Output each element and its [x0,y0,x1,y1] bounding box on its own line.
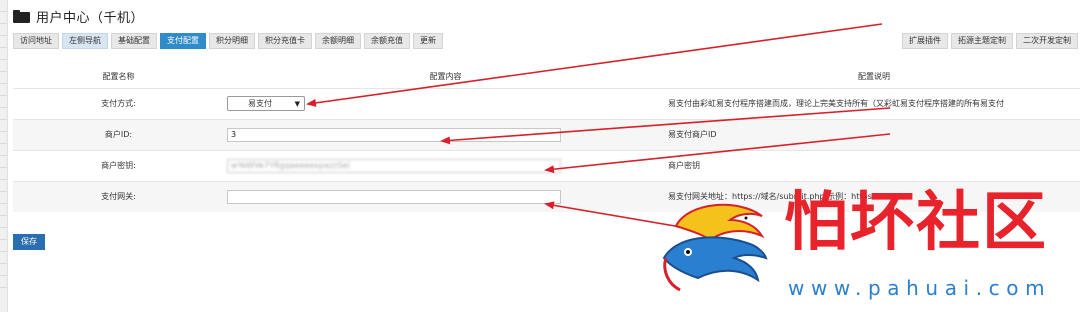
tab-basic-config[interactable]: 基础配置 [111,33,157,49]
watermark-url: www.pahuai.com [788,276,1052,300]
table-row: 商户ID: 3 易支付商户ID [13,118,1080,150]
fish-logo-icon [662,203,768,292]
tab-update[interactable]: 更新 [413,33,443,49]
payment-method-value: 易支付 [248,99,272,108]
folder-icon [13,9,30,23]
tab-balance-detail[interactable]: 余额明细 [315,33,361,49]
tab-visit-url[interactable]: 访问地址 [13,33,59,49]
row-label: 商户密钥: [13,149,224,181]
table-row: 商户密钥: wYeWVe7YRgqaeeeexpazzSe( 商户密钥 [13,149,1080,181]
page-header: 用户中心（千机） [13,6,144,26]
row-label: 支付网关: [13,180,224,212]
payment-gateway-field[interactable] [227,189,561,204]
column-header-note: 配置说明 [664,66,1080,88]
tab-balance-recharge[interactable]: 余额充值 [364,33,410,49]
left-rail [0,0,8,312]
tab-bar: 访问地址 左侧导航 基础配置 支付配置 积分明细 积分充值卡 余额明细 余额充值… [13,33,443,49]
table-row: 支付方式: 易支付 ▼ 易支付由彩虹易支付程序搭建而成，理论上完美支持所有（又彩… [13,87,1080,119]
chevron-down-icon: ▼ [294,99,300,108]
row-note: 易支付由彩虹易支付程序搭建而成，理论上完美支持所有（又彩虹易支付程序搭建的所有易… [664,87,1080,119]
page-title: 用户中心（千机） [36,10,145,26]
row-note: 易支付商户ID [664,118,1080,150]
merchant-id-field[interactable]: 3 [227,127,561,142]
payment-method-select[interactable]: 易支付 ▼ [227,96,305,111]
column-header-name: 配置名称 [13,66,224,88]
save-button[interactable]: 保存 [13,234,45,250]
table-header-row: 配置名称 配置内容 配置说明 [13,66,1080,88]
tab-dev-custom[interactable]: 二次开发定制 [1016,33,1078,49]
row-label: 支付方式: [13,87,224,119]
tab-payment-config[interactable]: 支付配置 [160,33,206,49]
merchant-key-field[interactable]: wYeWVe7YRgqaeeeexpazzSe( [227,158,561,173]
tab-theme-custom[interactable]: 拓源主题定制 [951,33,1013,49]
row-note: 商户密钥 [664,149,1080,181]
tab-bar-right: 扩展插件 拓源主题定制 二次开发定制 [902,33,1078,49]
watermark-title: 怕坏社区 [784,185,1048,260]
column-header-content: 配置内容 [224,66,664,88]
tab-points-card[interactable]: 积分充值卡 [258,33,312,49]
tab-points-detail[interactable]: 积分明细 [209,33,255,49]
tab-extensions[interactable]: 扩展插件 [902,33,948,49]
row-label: 商户ID: [13,118,224,150]
watermark: 怕坏社区 www.pahuai.com [650,186,1080,312]
tab-left-nav[interactable]: 左侧导航 [62,33,108,49]
